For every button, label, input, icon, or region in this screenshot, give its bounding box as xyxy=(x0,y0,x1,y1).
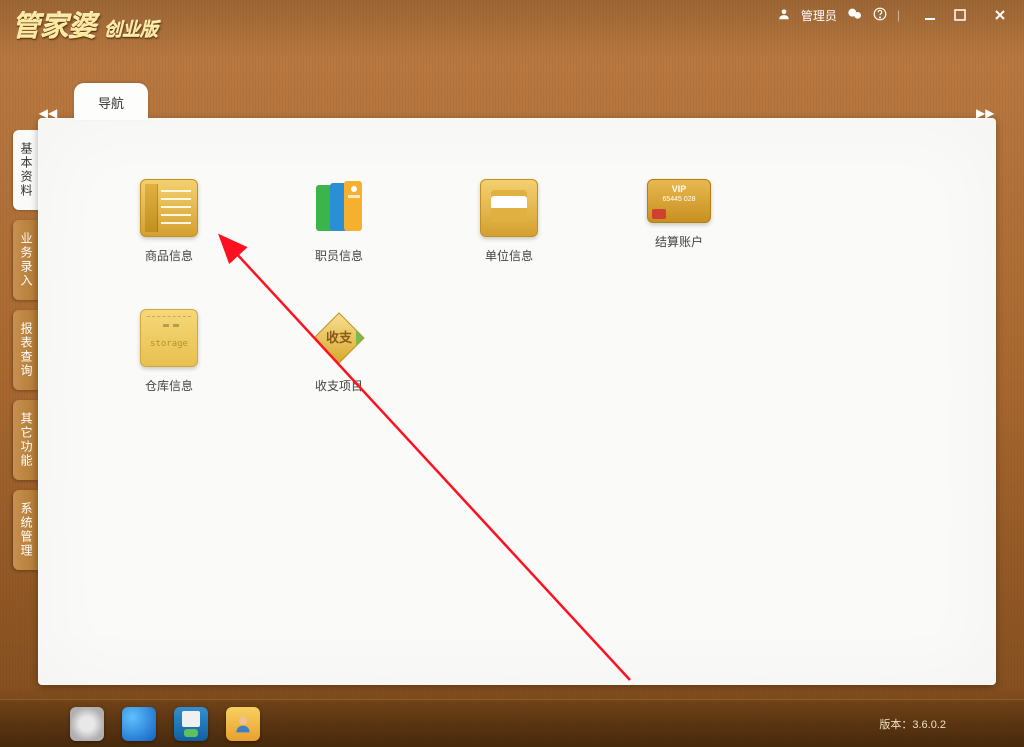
main-folder: ◀◀ 导航 ▶▶ 商品信息 职员信息 xyxy=(38,80,996,685)
icon-item-product[interactable]: 商品信息 xyxy=(89,179,249,299)
taskbar: 版本：3.6.0.2 xyxy=(0,699,1024,747)
icon-label-payment: 收支项目 xyxy=(315,377,363,394)
storage-icon: storage xyxy=(140,309,198,367)
side-tab-basic[interactable]: 基本资料 xyxy=(13,130,39,210)
title-controls: 管理员 | xyxy=(777,6,1012,25)
tab-navigation[interactable]: 导航 xyxy=(74,83,148,120)
unit-icon xyxy=(480,179,538,237)
icon-item-unit[interactable]: 单位信息 xyxy=(429,179,589,299)
task-icon-user[interactable] xyxy=(226,707,260,741)
user-icon[interactable] xyxy=(777,7,791,24)
icon-label-unit: 单位信息 xyxy=(485,247,533,264)
account-icon: VIP 65445 028 xyxy=(647,179,711,223)
tab-prev-arrow-icon[interactable]: ◀◀ xyxy=(38,106,58,120)
task-icon-globe[interactable] xyxy=(122,707,156,741)
side-tabs: 基本资料 业务录入 报表查询 其它功能 系统管理 xyxy=(13,130,39,570)
help-icon[interactable] xyxy=(873,7,887,24)
icon-label-product: 商品信息 xyxy=(145,247,193,264)
vip-text: VIP xyxy=(648,184,710,194)
side-tab-other[interactable]: 其它功能 xyxy=(13,400,39,480)
svg-text:收支: 收支 xyxy=(326,330,353,345)
card-number: 65445 028 xyxy=(648,196,710,203)
task-icon-database[interactable] xyxy=(174,707,208,741)
staff-icon xyxy=(310,179,368,237)
icon-item-staff[interactable]: 职员信息 xyxy=(259,179,419,299)
maximize-button[interactable] xyxy=(948,7,972,23)
product-icon xyxy=(140,179,198,237)
app-title-sub: 创业版 xyxy=(104,16,158,42)
version-label: 版本：3.6.0.2 xyxy=(879,716,954,732)
icon-item-storage[interactable]: storage 仓库信息 xyxy=(89,309,249,429)
icon-label-storage: 仓库信息 xyxy=(145,377,193,394)
task-icon-disk[interactable] xyxy=(70,707,104,741)
tab-next-arrow-icon[interactable]: ▶▶ xyxy=(976,106,996,120)
payment-icon: 收支 xyxy=(310,309,368,367)
app-title: 管家婆 创业版 xyxy=(12,5,158,45)
icon-label-account: 结算账户 xyxy=(655,233,703,250)
icon-grid: 商品信息 职员信息 单位信息 xyxy=(39,119,995,489)
icon-item-account[interactable]: VIP 65445 028 结算账户 xyxy=(599,179,759,299)
window-controls xyxy=(918,7,1012,23)
tab-strip: ◀◀ 导航 ▶▶ xyxy=(38,80,996,120)
separator: | xyxy=(897,8,900,22)
icon-label-staff: 职员信息 xyxy=(315,247,363,264)
close-button[interactable] xyxy=(988,7,1012,23)
app-title-main: 管家婆 xyxy=(12,5,96,45)
icon-item-payment[interactable]: 收支 收支项目 xyxy=(259,309,419,429)
side-tab-entry[interactable]: 业务录入 xyxy=(13,220,39,300)
title-bar: 管家婆 创业版 管理员 | xyxy=(0,0,1024,50)
side-tab-system[interactable]: 系统管理 xyxy=(13,490,39,570)
unionpay-mark xyxy=(652,209,666,219)
minimize-button[interactable] xyxy=(918,7,942,23)
storage-text: storage xyxy=(150,339,188,349)
side-tab-report[interactable]: 报表查询 xyxy=(13,310,39,390)
user-label[interactable]: 管理员 xyxy=(801,7,837,24)
folder-body: 商品信息 职员信息 单位信息 xyxy=(38,118,996,685)
wechat-icon[interactable] xyxy=(847,6,863,25)
